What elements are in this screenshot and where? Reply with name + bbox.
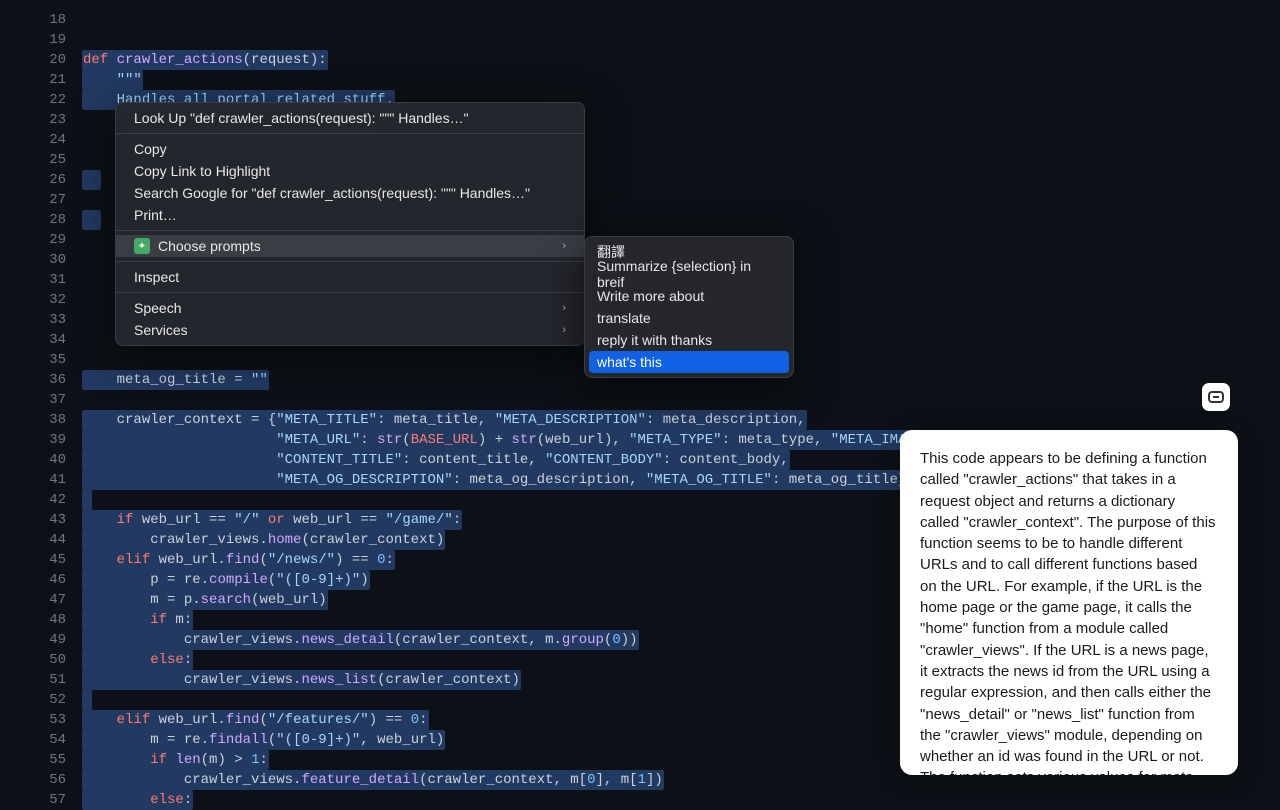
menu-item-label: Print… — [134, 207, 177, 223]
submenu-item[interactable]: Summarize {selection} in breif — [585, 263, 793, 285]
line-number: 23 — [32, 110, 66, 130]
line-number: 42 — [32, 490, 66, 510]
menu-item[interactable]: ✦ Choose prompts › — [116, 235, 584, 257]
submenu-item-label: translate — [597, 310, 651, 326]
line-number: 48 — [32, 610, 66, 630]
menu-item[interactable]: Inspect — [116, 266, 584, 288]
chevron-right-icon: › — [562, 240, 566, 252]
line-number: 19 — [32, 30, 66, 50]
menu-item[interactable]: Search Google for "def crawler_actions(r… — [116, 182, 584, 204]
line-number: 25 — [32, 150, 66, 170]
menu-separator — [116, 230, 584, 231]
line-number: 28 — [32, 210, 66, 230]
menu-item-label: Search Google for "def crawler_actions(r… — [134, 185, 530, 201]
line-number: 45 — [32, 550, 66, 570]
line-number: 35 — [32, 350, 66, 370]
line-number: 51 — [32, 670, 66, 690]
line-number: 49 — [32, 630, 66, 650]
chevron-right-icon: › — [562, 324, 566, 336]
menu-item-label: Speech — [134, 300, 181, 316]
line-number: 36 — [32, 370, 66, 390]
submenu-item-label: Write more about — [597, 288, 704, 304]
menu-item[interactable]: Copy — [116, 138, 584, 160]
line-number: 24 — [32, 130, 66, 150]
line-number: 39 — [32, 430, 66, 450]
code-line[interactable]: else: — [82, 790, 1248, 810]
line-number: 44 — [32, 530, 66, 550]
line-number: 30 — [32, 250, 66, 270]
menu-item-label: Copy Link to Highlight — [134, 163, 270, 179]
line-number: 38 — [32, 410, 66, 430]
submenu-item[interactable]: what's this — [589, 351, 789, 373]
line-number: 55 — [32, 750, 66, 770]
menu-item[interactable]: Copy Link to Highlight — [116, 160, 584, 182]
menu-item-label: Look Up "def crawler_actions(request): "… — [134, 110, 469, 126]
line-number-gutter: 1819202122232425262728293031323334353637… — [32, 0, 82, 800]
code-line[interactable]: def crawler_actions(request): — [82, 50, 1248, 70]
line-number: 56 — [32, 770, 66, 790]
line-number: 21 — [32, 70, 66, 90]
menu-separator — [116, 261, 584, 262]
line-number: 22 — [32, 90, 66, 110]
tooltip-text: This code appears to be defining a funct… — [920, 450, 1216, 775]
chat-icon — [1208, 391, 1224, 403]
line-number: 50 — [32, 650, 66, 670]
menu-item[interactable]: Services › — [116, 319, 584, 341]
line-number: 52 — [32, 690, 66, 710]
line-number: 18 — [32, 10, 66, 30]
line-number: 27 — [32, 190, 66, 210]
code-line[interactable]: crawler_context = {"META_TITLE": meta_ti… — [82, 410, 1248, 430]
menu-item-label: Copy — [134, 141, 167, 157]
line-number: 43 — [32, 510, 66, 530]
menu-item-label: Services — [134, 322, 188, 338]
line-number: 34 — [32, 330, 66, 350]
line-number: 20 — [32, 50, 66, 70]
submenu-item-label: what's this — [597, 354, 662, 370]
menu-item-label: Choose prompts — [158, 238, 261, 254]
line-number: 33 — [32, 310, 66, 330]
menu-separator — [116, 133, 584, 134]
code-line[interactable]: """ — [82, 70, 1248, 90]
line-number: 57 — [32, 790, 66, 810]
menu-item-label: Inspect — [134, 269, 179, 285]
menu-item[interactable]: Look Up "def crawler_actions(request): "… — [116, 107, 584, 129]
chevron-right-icon: › — [562, 302, 566, 314]
assistant-tooltip: This code appears to be defining a funct… — [900, 430, 1238, 775]
prompts-submenu[interactable]: 翻譯Summarize {selection} in breifWrite mo… — [584, 236, 794, 378]
code-line[interactable] — [82, 30, 1248, 50]
menu-item[interactable]: Print… — [116, 204, 584, 226]
context-menu[interactable]: Look Up "def crawler_actions(request): "… — [115, 102, 585, 346]
line-number: 29 — [32, 230, 66, 250]
line-number: 53 — [32, 710, 66, 730]
submenu-item[interactable]: translate — [585, 307, 793, 329]
assistant-icon[interactable] — [1202, 383, 1230, 411]
line-number: 37 — [32, 390, 66, 410]
submenu-item-label: reply it with thanks — [597, 332, 712, 348]
line-number: 32 — [32, 290, 66, 310]
line-number: 54 — [32, 730, 66, 750]
extension-icon: ✦ — [134, 238, 150, 254]
menu-separator — [116, 292, 584, 293]
menu-item[interactable]: Speech › — [116, 297, 584, 319]
submenu-item-label: Summarize {selection} in breif — [597, 258, 781, 290]
submenu-item[interactable]: reply it with thanks — [585, 329, 793, 351]
line-number: 40 — [32, 450, 66, 470]
line-number: 46 — [32, 570, 66, 590]
line-number: 26 — [32, 170, 66, 190]
line-number: 31 — [32, 270, 66, 290]
code-line[interactable] — [82, 10, 1248, 30]
code-line[interactable] — [82, 390, 1248, 410]
line-number: 47 — [32, 590, 66, 610]
line-number: 41 — [32, 470, 66, 490]
